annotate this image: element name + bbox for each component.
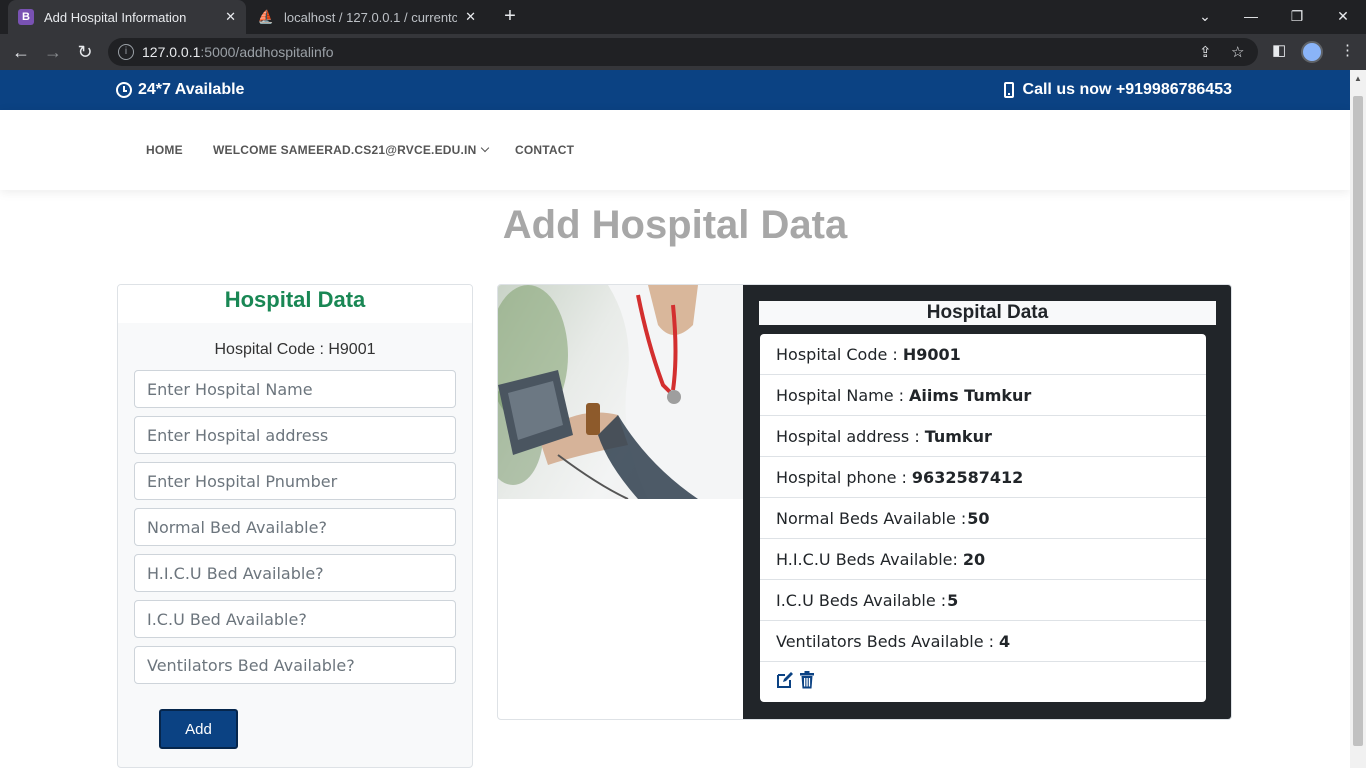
menu-icon[interactable]: ⋮	[1340, 41, 1355, 59]
availability-text: 24*7 Available	[138, 81, 245, 98]
page-title: Add Hospital Data	[502, 203, 848, 247]
hospital-phone-input[interactable]	[134, 462, 456, 500]
ventilator-bed-input[interactable]	[134, 646, 456, 684]
side-panel-icon[interactable]: ◧	[1272, 41, 1286, 59]
normal-bed-input[interactable]	[134, 508, 456, 546]
availability-info: 24*7 Available	[116, 81, 244, 99]
profile-avatar[interactable]	[1301, 41, 1323, 63]
phpmyadmin-favicon-icon: ⛵	[257, 9, 275, 24]
phone-icon	[1003, 82, 1014, 98]
tab-search-icon[interactable]: ⌄	[1182, 0, 1228, 34]
scroll-up-icon[interactable]: ▲	[1354, 74, 1362, 83]
minimize-button[interactable]: —	[1228, 0, 1274, 34]
details-panel-title: Hospital Data	[759, 301, 1216, 325]
clock-icon	[116, 82, 132, 98]
tab-title: localhost / 127.0.0.1 / currentcov	[284, 9, 458, 25]
detail-normal-beds: Normal Beds Available :50	[760, 498, 1206, 539]
detail-hospital-code: Hospital Code : H9001	[760, 334, 1206, 375]
reload-icon[interactable]: ↻	[72, 39, 98, 65]
nav-home[interactable]: HOME	[146, 143, 183, 157]
forward-icon[interactable]: →	[40, 39, 66, 65]
detail-hospital-address: Hospital address : Tumkur	[760, 416, 1206, 457]
new-tab-button[interactable]: +	[498, 5, 522, 29]
close-window-button[interactable]: ✕	[1320, 0, 1366, 34]
icu-bed-input[interactable]	[134, 600, 456, 638]
address-bar[interactable]: i 127.0.0.1:5000/addhospitalinfo ⇪ ☆	[108, 38, 1258, 66]
hospital-form-card: Hospital Data Hospital Code : H9001 Add	[117, 284, 473, 768]
main-navbar: HOME WELCOME SAMEERAD.CS21@RVCE.EDU.IN C…	[0, 110, 1350, 190]
doctor-photo	[498, 285, 743, 499]
page-viewport: 24*7 Available Call us now +919986786453…	[0, 70, 1350, 768]
hicu-bed-input[interactable]	[134, 554, 456, 592]
detail-hospital-name: Hospital Name : Aiims Tumkur	[760, 375, 1206, 416]
row-actions	[760, 662, 1206, 702]
edit-icon[interactable]	[776, 671, 794, 694]
nav-welcome-dropdown[interactable]: WELCOME SAMEERAD.CS21@RVCE.EDU.IN	[213, 143, 490, 157]
browser-tab-bar: B Add Hospital Information ✕ ⛵ localhost…	[0, 0, 1366, 34]
hospital-name-input[interactable]	[134, 370, 456, 408]
page-scrollbar[interactable]: ▲	[1350, 70, 1366, 768]
tab-add-hospital[interactable]: B Add Hospital Information ✕	[8, 0, 246, 34]
tab-phpmyadmin[interactable]: ⛵ localhost / 127.0.0.1 / currentcov ✕	[248, 0, 486, 34]
hospital-data-card: Hospital Data Hospital Code : H9001 Hospi…	[497, 284, 1232, 720]
hospital-address-input[interactable]	[134, 416, 456, 454]
chevron-down-icon	[481, 143, 490, 153]
scroll-thumb[interactable]	[1353, 96, 1363, 746]
url-text: 127.0.0.1:5000/addhospitalinfo	[142, 44, 334, 60]
call-text: Call us now +919986786453	[1022, 81, 1232, 98]
restore-button[interactable]: ❐	[1274, 0, 1320, 34]
close-tab-icon[interactable]: ✕	[225, 9, 236, 25]
hospital-details-panel: Hospital Data Hospital Code : H9001 Hospi…	[743, 285, 1231, 719]
close-tab-icon[interactable]: ✕	[465, 9, 476, 25]
site-info-icon[interactable]: i	[118, 44, 134, 60]
detail-ventilator-beds: Ventilators Beds Available :4	[760, 621, 1206, 662]
add-button[interactable]: Add	[159, 709, 238, 749]
doctor-illustration	[498, 285, 743, 499]
trash-icon[interactable]	[799, 670, 815, 694]
form-card-header: Hospital Data	[118, 285, 472, 323]
bootstrap-favicon-icon: B	[18, 9, 34, 25]
call-info: Call us now +919986786453	[1003, 81, 1232, 99]
tab-title: Add Hospital Information	[44, 9, 187, 25]
detail-icu-beds: I.C.U Beds Available :5	[760, 580, 1206, 621]
detail-hicu-beds: H.I.C.U Beds Available: 20	[760, 539, 1206, 580]
detail-hospital-phone: Hospital phone :9632587412	[760, 457, 1206, 498]
share-icon[interactable]: ⇪	[1199, 43, 1212, 61]
browser-toolbar: ← → ↻ i 127.0.0.1:5000/addhospitalinfo ⇪…	[0, 34, 1366, 70]
bookmark-star-icon[interactable]: ☆	[1231, 43, 1244, 61]
hospital-code-label: Hospital Code : H9001	[214, 341, 376, 358]
details-list: Hospital Code : H9001 Hospital Name : Aiim…	[760, 334, 1206, 702]
back-icon[interactable]: ←	[8, 39, 34, 65]
nav-contact[interactable]: CONTACT	[515, 143, 574, 157]
top-info-bar: 24*7 Available Call us now +919986786453	[0, 70, 1350, 110]
